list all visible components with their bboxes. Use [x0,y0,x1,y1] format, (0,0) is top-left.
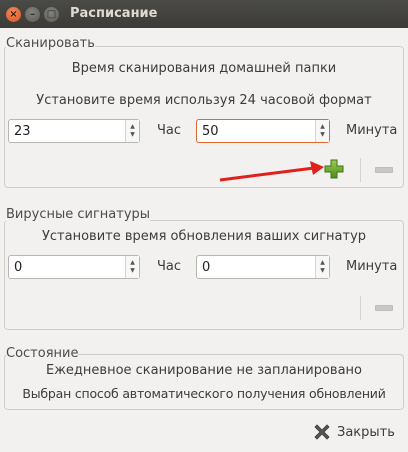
red-arrow-annotation [219,161,324,182]
scan-minute-unit: Минута [346,123,398,138]
signatures-remove-button[interactable] [375,305,393,311]
plus-icon [324,159,344,179]
spin-down-icon[interactable]: ▼ [320,131,325,139]
spin-down-icon[interactable]: ▼ [130,267,135,275]
spin-up-icon[interactable]: ▲ [320,259,325,267]
signatures-minute-unit: Минута [346,259,398,274]
signatures-heading: Установите время обновления ваших сигнат… [41,229,367,244]
spin-down-icon[interactable]: ▼ [320,267,325,275]
signatures-minute-value: 0 [202,260,211,275]
status-line-1: Ежедневное сканирование не запланировано [46,363,362,378]
scan-frame-label: Сканировать [6,36,95,51]
signatures-minute-stepper[interactable]: ▲ ▼ [315,256,329,278]
spin-up-icon[interactable]: ▲ [130,259,135,267]
spin-up-icon[interactable]: ▲ [320,123,325,131]
status-line-2: Выбран способ автоматического получения … [22,386,386,401]
signatures-hour-value: 0 [14,260,23,275]
scan-heading: Время сканирования домашней папки [71,61,337,76]
spin-up-icon[interactable]: ▲ [130,123,135,131]
scan-format-hint: Установите время используя 24 часовой фо… [36,93,372,108]
red-arrow-shaft [219,166,315,182]
title-bar: × – □ Расписание [0,0,408,28]
window-maximize-icon[interactable]: □ [44,7,59,22]
remove-schedule-button[interactable] [375,167,393,173]
scan-minute-spinbox[interactable]: 50 ▲ ▼ [196,119,330,143]
signatures-hour-stepper[interactable]: ▲ ▼ [125,256,139,278]
scan-minute-stepper[interactable]: ▲ ▼ [315,120,329,142]
close-icon [314,424,330,440]
window-title: Расписание [70,6,158,21]
add-schedule-button[interactable] [324,159,344,179]
spin-down-icon[interactable]: ▼ [130,131,135,139]
window-minimize-icon[interactable]: – [25,7,40,22]
signatures-minute-spinbox[interactable]: 0 ▲ ▼ [196,255,330,279]
scan-hour-value: 23 [14,124,31,139]
window-close-icon[interactable]: × [6,7,21,22]
signatures-separator [360,296,361,320]
status-frame-label: Состояние [6,346,79,361]
red-arrow-head [310,161,324,175]
signatures-hour-spinbox[interactable]: 0 ▲ ▼ [8,255,140,279]
scan-hour-unit: Час [157,123,182,138]
scan-minute-value: 50 [202,124,219,139]
scan-hour-stepper[interactable]: ▲ ▼ [125,120,139,142]
signatures-frame-label: Вирусные сигнатуры [6,207,151,222]
scan-hour-spinbox[interactable]: 23 ▲ ▼ [8,119,140,143]
toolbar-separator [360,158,361,182]
signatures-hour-unit: Час [157,259,182,274]
close-button[interactable]: Закрыть [312,420,398,444]
close-button-label: Закрыть [337,424,395,440]
